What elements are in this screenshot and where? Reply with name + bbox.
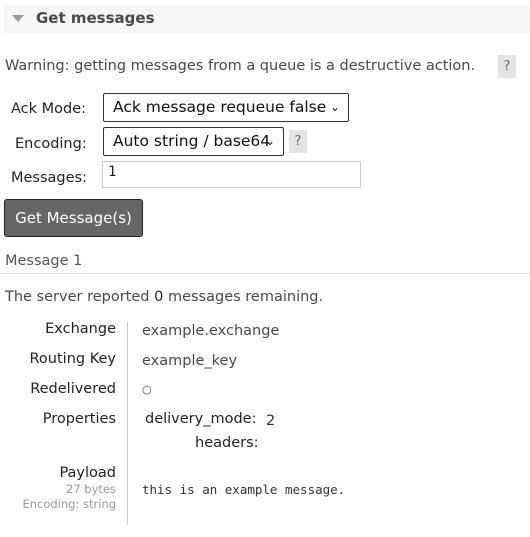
- help-button[interactable]: ?: [498, 55, 516, 78]
- ack-mode-label: Ack Mode:: [11, 101, 87, 117]
- triangle-down-icon[interactable]: [12, 15, 24, 22]
- payload-size: 27 bytes: [66, 482, 116, 496]
- payload-value: this is an example message.: [142, 482, 346, 497]
- message-heading: Message 1: [5, 253, 83, 269]
- encoding-help-button[interactable]: ?: [289, 130, 307, 153]
- encoding-select[interactable]: Auto string / base64 ⌄: [103, 127, 284, 156]
- chevron-down-icon: ⌄: [264, 134, 275, 148]
- delivery-mode-value: 2: [266, 413, 276, 429]
- remaining-prefix: The server reported: [5, 289, 155, 305]
- warning-text: Warning: getting messages from a queue i…: [5, 58, 476, 74]
- exchange-label: Exchange: [45, 321, 116, 337]
- payload-label: Payload: [59, 465, 116, 481]
- encoding-value: Auto string / base64: [113, 132, 271, 150]
- encoding-label: Encoding:: [15, 136, 87, 152]
- messages-input[interactable]: 1: [102, 161, 361, 188]
- redelivered-label: Redelivered: [30, 381, 116, 397]
- ack-mode-value: Ack message requeue false: [113, 98, 327, 116]
- headers-key: headers:: [195, 435, 259, 451]
- section-title[interactable]: Get messages: [36, 9, 155, 27]
- routing-key-value: example_key: [142, 353, 238, 369]
- table-divider: [127, 322, 128, 525]
- exchange-value: example.exchange: [142, 323, 280, 339]
- payload-encoding: Encoding: string: [22, 497, 116, 511]
- chevron-down-icon: ⌄: [329, 100, 340, 114]
- ack-mode-select[interactable]: Ack message requeue false ⌄: [103, 93, 349, 122]
- redelivered-value: ○: [142, 383, 152, 396]
- divider: [0, 273, 530, 274]
- messages-label: Messages:: [11, 170, 87, 186]
- get-messages-button[interactable]: Get Message(s): [4, 199, 143, 237]
- delivery-mode-key: delivery_mode:: [145, 411, 257, 427]
- properties-label: Properties: [42, 411, 116, 427]
- remaining-text: The server reported 0 messages remaining…: [5, 289, 323, 305]
- remaining-count: 0: [154, 289, 164, 305]
- remaining-suffix: messages remaining.: [163, 289, 324, 305]
- routing-key-label: Routing Key: [29, 351, 117, 367]
